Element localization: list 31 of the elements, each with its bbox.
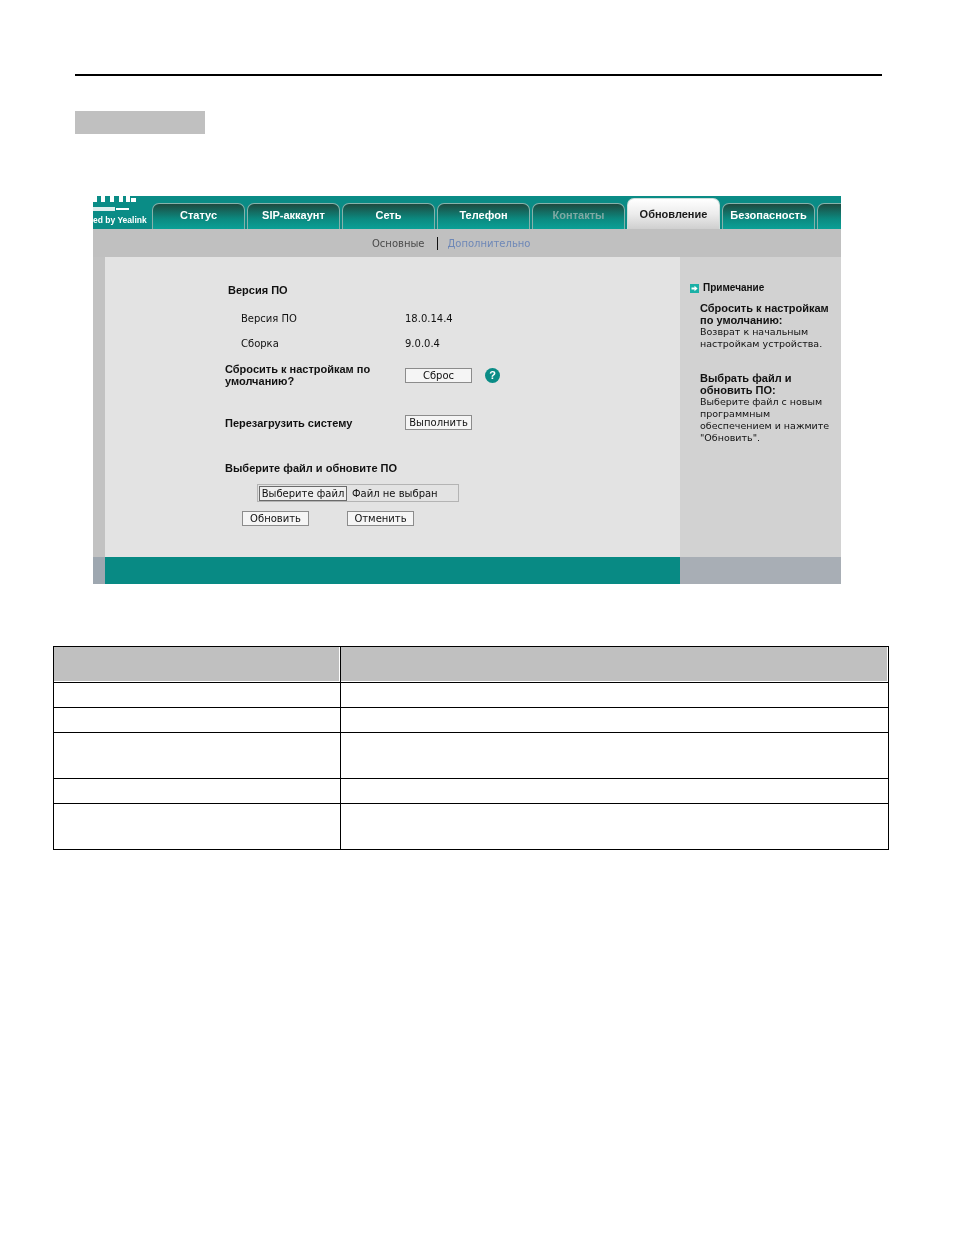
action-button[interactable]: Сброс xyxy=(405,367,472,383)
note-heading: Сбросить к настройкам по умолчанию: xyxy=(700,302,830,326)
notes-title: Примечание xyxy=(703,282,765,294)
file-status-text: Файл не выбран xyxy=(352,486,438,500)
tab[interactable] xyxy=(817,203,841,229)
tab[interactable]: Сеть xyxy=(342,203,435,229)
field-value: 9.0.0.4 xyxy=(405,337,440,350)
field-label: Сборка xyxy=(241,337,280,350)
tab[interactable]: Телефон xyxy=(437,203,530,229)
section-heading: Версия ПО xyxy=(228,284,288,297)
note-heading: Выбрать файл и обновить ПО: xyxy=(700,372,793,396)
field-label: Версия ПО xyxy=(241,312,298,325)
help-icon[interactable]: ? xyxy=(485,367,500,383)
tab[interactable]: Статус xyxy=(152,203,245,229)
tab[interactable]: Обновление xyxy=(627,198,720,229)
note-text: Возврат к начальным настройкам устройства. xyxy=(700,326,824,350)
setting-label: Перезагрузить систему xyxy=(225,416,354,429)
file-field[interactable]: Выберите файл Файл не выбран xyxy=(257,484,459,502)
form-button[interactable]: Обновить xyxy=(242,511,309,526)
note-text: Выберите файл с новым программным обеспечением и нажмите "Обновить". xyxy=(700,396,831,444)
field-value: 18.0.14.4 xyxy=(405,312,453,325)
choose-file-button[interactable]: Выберите файл xyxy=(259,485,347,501)
action-button[interactable]: Выполнить xyxy=(405,415,472,430)
tab[interactable]: SIP-аккаунт xyxy=(247,203,340,229)
tab[interactable]: Безопасность xyxy=(722,203,815,229)
section-heading: Выберите файл и обновите ПО xyxy=(225,462,398,475)
arrow-icon xyxy=(690,283,699,293)
form-button[interactable]: Отменить xyxy=(347,511,414,526)
logo-tagline: ed by Yealink xyxy=(93,215,147,226)
subnav-link[interactable]: Основные xyxy=(372,236,425,250)
setting-label: Сбросить к настройкам по умолчанию? xyxy=(225,363,372,387)
